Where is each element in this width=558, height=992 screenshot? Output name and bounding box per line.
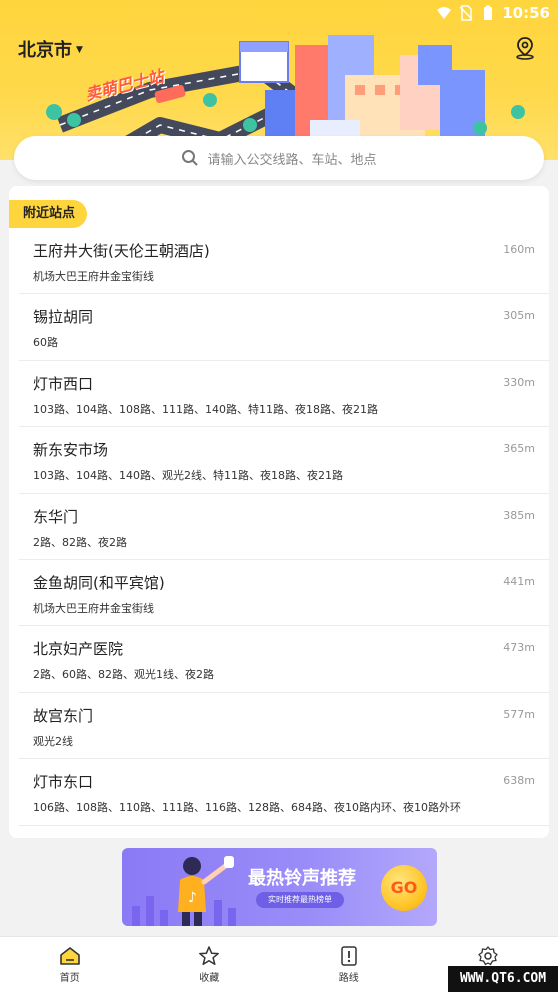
stop-distance: 385m (503, 508, 535, 522)
ad-title: 最热铃声推荐 (248, 868, 356, 889)
stop-distance: 305m (503, 309, 535, 323)
stop-lines: 103路、104路、140路、观光2线、特11路、夜18路、夜21路 (33, 469, 343, 483)
ringtone-ad-banner[interactable]: ♪ 最热铃声推荐 实时推荐最热榜单 GO (122, 848, 437, 926)
ad-subtitle: 实时推荐最热榜单 (256, 892, 344, 908)
nav-route[interactable]: 路线 (279, 937, 419, 992)
stop-item[interactable]: 金鱼胡同(和平宾馆) 机场大巴王府井金宝街线 441m (19, 560, 549, 627)
stop-lines: 60路 (33, 336, 58, 350)
stop-name: 金鱼胡同(和平宾馆) (33, 573, 165, 592)
stop-name: 故宫东门 (33, 706, 94, 725)
stop-lines: 2路、60路、82路、观光1线、夜2路 (33, 668, 214, 682)
stop-item[interactable]: 灯市西口 103路、104路、108路、111路、140路、特11路、夜18路、… (19, 361, 549, 428)
status-time: 10:56 (502, 4, 550, 22)
stop-name: 新东安市场 (33, 441, 109, 460)
stop-distance: 160m (503, 243, 535, 256)
stop-lines: 机场大巴王府井金宝街线 (33, 601, 154, 615)
no-sim-icon (459, 5, 473, 21)
battery-icon (484, 5, 493, 20)
status-bar: 10:56 (0, 0, 558, 26)
home-icon (59, 946, 80, 965)
stop-list: 王府井大街(天伦王朝酒店) 机场大巴王府井金宝街线 160m 锡拉胡同 60路 … (9, 228, 549, 826)
stop-name: 锡拉胡同 (33, 308, 94, 327)
stop-lines: 103路、104路、108路、111路、140路、特11路、夜18路、夜21路 (33, 402, 378, 416)
stop-item[interactable]: 灯市东口 106路、108路、110路、111路、116路、128路、684路、… (19, 759, 549, 826)
stop-name: 王府井大街(天伦王朝酒店) (33, 242, 210, 260)
stop-item[interactable]: 故宫东门 观光2线 577m (19, 693, 549, 760)
stop-distance: 330m (503, 375, 535, 389)
go-button[interactable]: GO (381, 865, 427, 911)
stop-distance: 473m (503, 641, 535, 655)
stop-name: 灯市东口 (33, 773, 94, 792)
stop-lines: 机场大巴王府井金宝街线 (33, 270, 154, 283)
stop-item[interactable]: 北京妇产医院 2路、60路、82路、观光1线、夜2路 473m (19, 626, 549, 693)
singer-illustration: ♪ (178, 856, 234, 926)
stop-name: 灯市西口 (33, 374, 94, 393)
stop-item[interactable]: 新东安市场 103路、104路、140路、观光2线、特11路、夜18路、夜21路… (19, 427, 549, 494)
stop-distance: 638m (503, 774, 535, 788)
stop-name: 北京妇产医院 (33, 640, 124, 659)
nav-route-label: 路线 (338, 972, 359, 984)
wifi-icon (437, 7, 452, 19)
search-bar[interactable]: 请输入公交线路、车站、地点 (14, 136, 544, 180)
svg-text:♪: ♪ (188, 890, 197, 906)
nav-home[interactable]: 首页 (0, 937, 140, 992)
search-icon (182, 150, 199, 166)
stop-item[interactable]: 王府井大街(天伦王朝酒店) 机场大巴王府井金宝街线 160m (19, 228, 549, 295)
stop-lines: 106路、108路、110路、111路、116路、128路、684路、夜10路内… (33, 801, 461, 815)
nav-home-label: 首页 (59, 972, 80, 984)
stop-item[interactable]: 东华门 2路、82路、夜2路 385m (19, 494, 549, 560)
stop-lines: 2路、82路、夜2路 (33, 535, 127, 549)
settings-icon (478, 945, 498, 965)
location-pin-icon[interactable] (514, 36, 536, 60)
watermark: WWW.QT6.COM (448, 966, 558, 992)
nav-favorites[interactable]: 收藏 (140, 937, 280, 992)
stop-name: 东华门 (33, 507, 79, 526)
route-icon (341, 945, 357, 966)
nearby-stops-card: 附近站点 王府井大街(天伦王朝酒店) 机场大巴王府井金宝街线 160m 锡拉胡同… (9, 186, 549, 838)
nav-favorites-label: 收藏 (199, 972, 220, 984)
stop-distance: 577m (503, 707, 535, 721)
nearby-section-title: 附近站点 (9, 200, 88, 228)
stop-item[interactable]: 锡拉胡同 60路 305m (19, 294, 549, 361)
stop-distance: 365m (503, 442, 535, 456)
search-placeholder: 请输入公交线路、车站、地点 (207, 152, 377, 168)
stop-lines: 观光2线 (33, 734, 73, 748)
star-icon (199, 945, 220, 965)
stop-distance: 441m (503, 574, 535, 588)
